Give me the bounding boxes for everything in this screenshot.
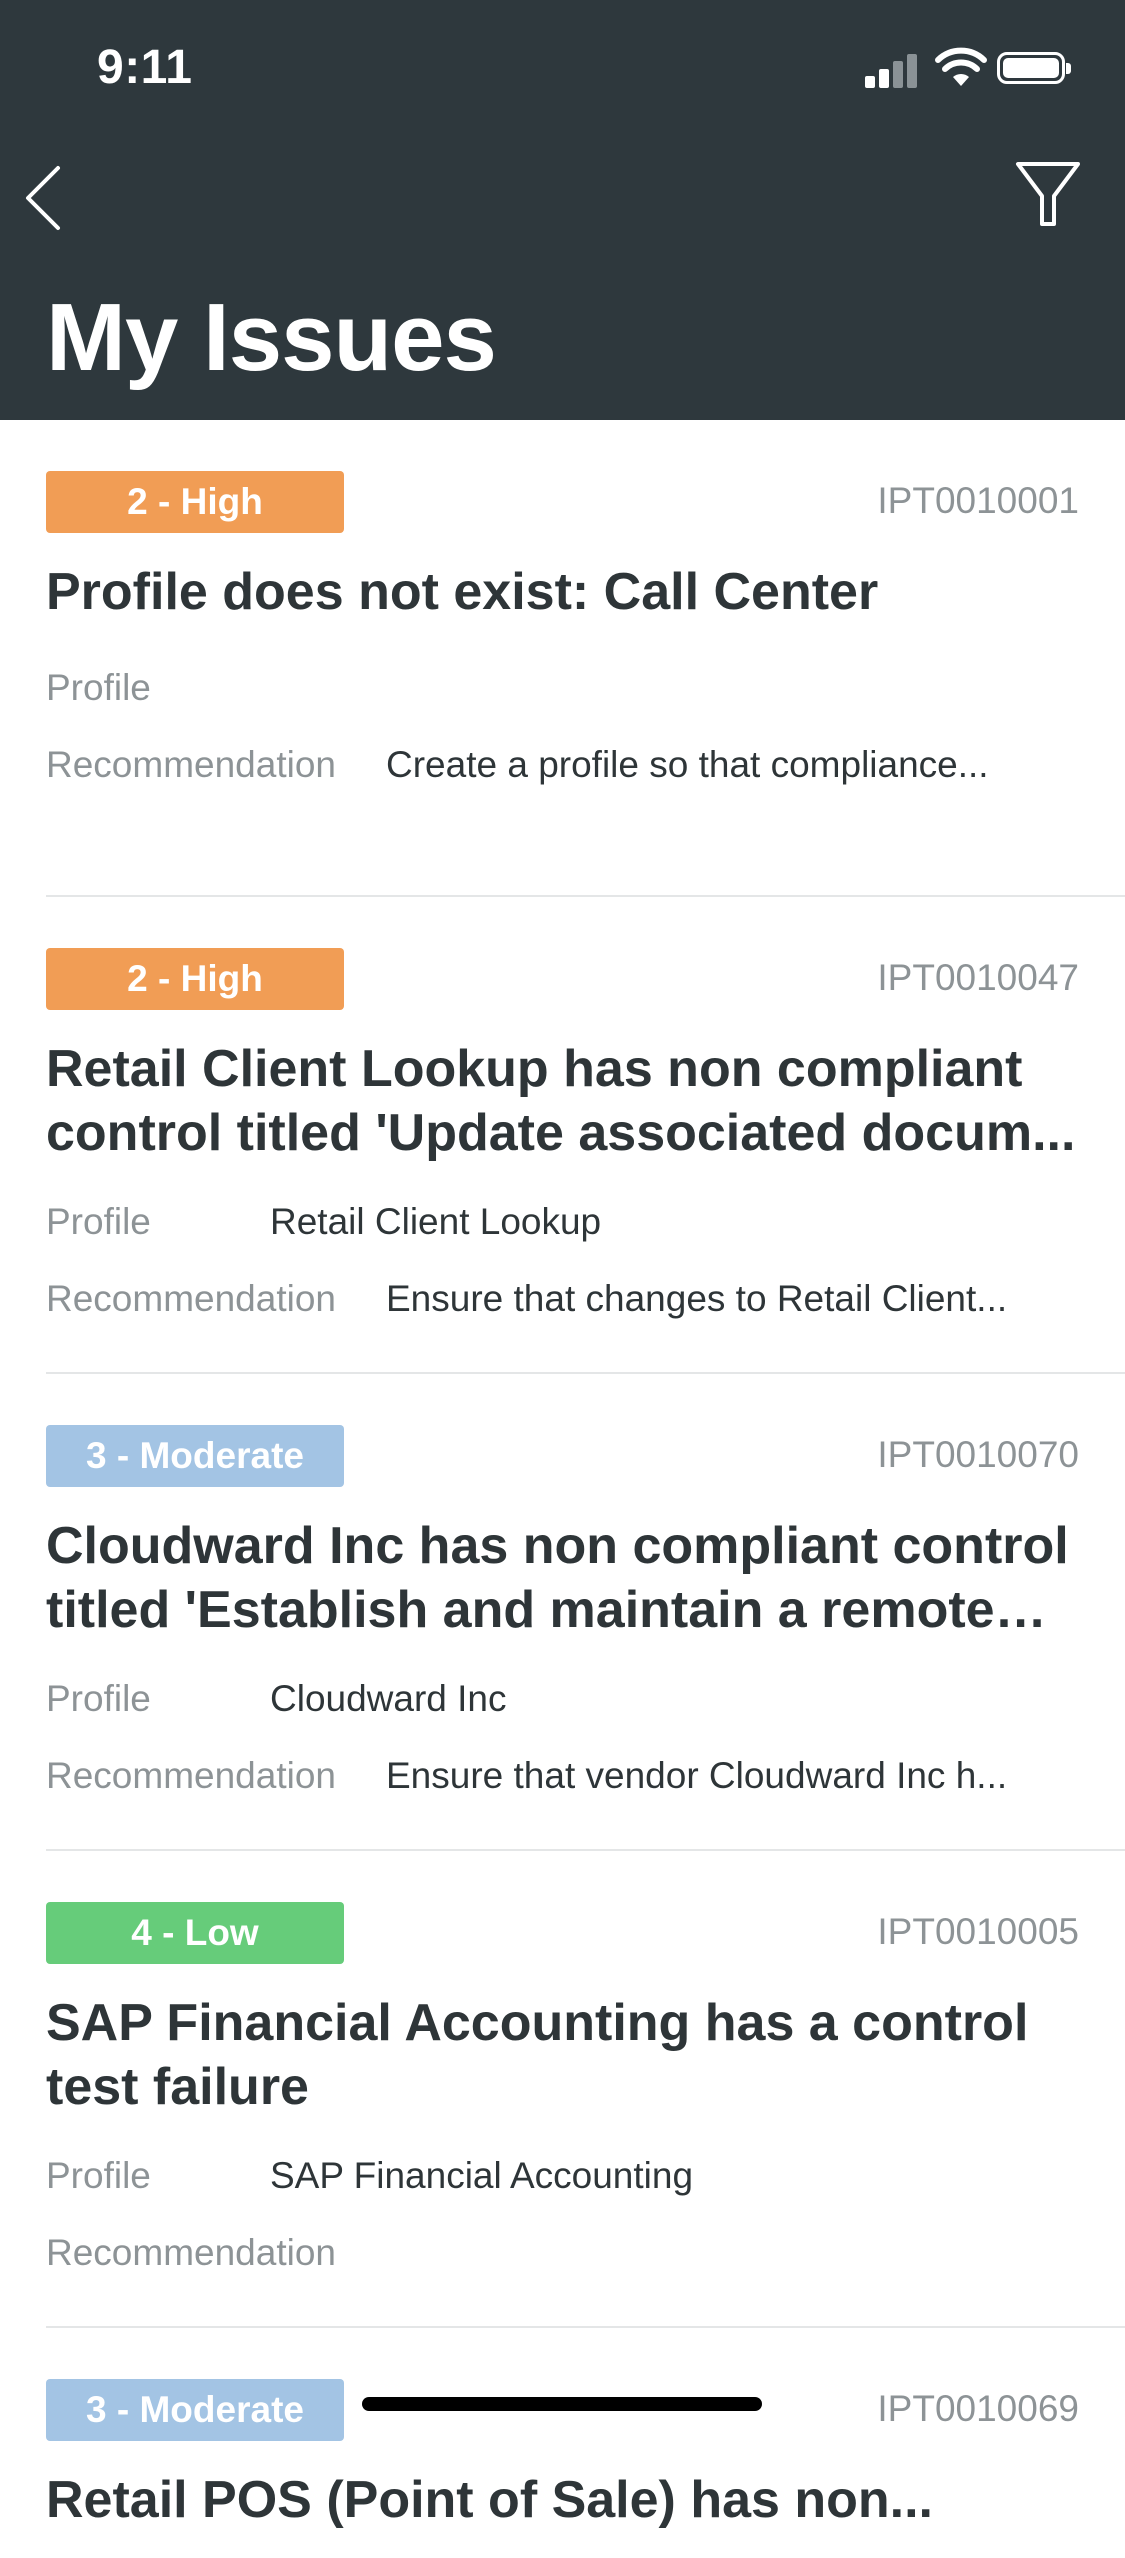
issue-card[interactable]: 3 - Moderate IPT0010069 Retail POS (Poin…	[0, 2328, 1125, 2558]
issue-title: Cloudward Inc has non compliant control …	[46, 1517, 1069, 1639]
issue-id: IPT0010005	[877, 1911, 1079, 1952]
filter-icon	[1016, 162, 1080, 226]
recommendation-value: Ensure that changes to Retail Client...	[386, 1278, 1008, 1319]
chevron-left-icon	[26, 166, 60, 230]
back-button[interactable]	[18, 160, 78, 236]
profile-row: Profile SAP Financial Accounting	[46, 2151, 1079, 2201]
profile-label: Profile	[46, 667, 151, 708]
battery-icon	[997, 52, 1071, 84]
profile-value: SAP Financial Accounting	[270, 2155, 694, 2196]
recommendation-row: Recommendation Create a profile so that …	[46, 740, 1079, 790]
recommendation-label: Recommendation	[46, 744, 336, 785]
issues-list: 2 - High IPT0010001 Profile does not exi…	[0, 420, 1125, 2558]
severity-badge: 4 - Low	[46, 1902, 344, 1964]
recommendation-label: Recommendation	[46, 1278, 336, 1319]
profile-row: Profile	[46, 663, 1079, 713]
app-header: 9:11 My Issues	[0, 0, 1125, 420]
profile-value: Retail Client Lookup	[270, 1201, 602, 1242]
page-title: My Issues	[46, 284, 497, 391]
issue-card[interactable]: 2 - High IPT0010001 Profile does not exi…	[0, 420, 1125, 897]
status-icons	[865, 47, 1085, 92]
severity-badge: 2 - High	[46, 471, 344, 533]
recommendation-value: Create a profile so that compliance...	[386, 744, 989, 785]
profile-value: Cloudward Inc	[270, 1678, 507, 1719]
recommendation-label: Recommendation	[46, 2232, 336, 2273]
severity-badge: 3 - Moderate	[46, 1425, 344, 1487]
issue-card[interactable]: 2 - High IPT0010047 Retail Client Lookup…	[0, 897, 1125, 1374]
issue-id: IPT0010001	[877, 480, 1079, 521]
severity-badge: 3 - Moderate	[46, 2379, 344, 2441]
profile-row: Profile Cloudward Inc	[46, 1674, 1079, 1724]
profile-label: Profile	[46, 2155, 151, 2196]
issue-id: IPT0010047	[877, 957, 1079, 998]
filter-button[interactable]	[1012, 158, 1084, 234]
recommendation-value: Ensure that vendor Cloudward Inc h...	[386, 1755, 1008, 1796]
home-indicator[interactable]	[362, 2397, 762, 2411]
issue-card[interactable]: 3 - Moderate IPT0010070 Cloudward Inc ha…	[0, 1374, 1125, 1851]
recommendation-label: Recommendation	[46, 1755, 336, 1796]
severity-badge: 2 - High	[46, 948, 344, 1010]
cellular-signal-icon	[865, 48, 921, 88]
issue-id: IPT0010070	[877, 1434, 1079, 1475]
wifi-icon	[935, 47, 987, 86]
profile-label: Profile	[46, 1678, 151, 1719]
profile-row: Profile Retail Client Lookup	[46, 1197, 1079, 1247]
issue-id: IPT0010069	[877, 2388, 1079, 2429]
recommendation-row: Recommendation Ensure that vendor Cloudw…	[46, 1751, 1079, 1801]
issue-card[interactable]: 4 - Low IPT0010005 SAP Financial Account…	[0, 1851, 1125, 2328]
issue-title: Retail POS (Point of Sale) has non...	[46, 2471, 933, 2529]
issue-title: SAP Financial Accounting has a control t…	[46, 1994, 1029, 2116]
recommendation-row: Recommendation	[46, 2228, 1079, 2278]
status-time: 9:11	[97, 41, 193, 94]
recommendation-row: Recommendation Ensure that changes to Re…	[46, 1274, 1079, 1324]
issue-title: Retail Client Lookup has non compliant c…	[46, 1040, 1076, 1162]
profile-label: Profile	[46, 1201, 151, 1242]
issue-title: Profile does not exist: Call Center	[46, 563, 879, 621]
